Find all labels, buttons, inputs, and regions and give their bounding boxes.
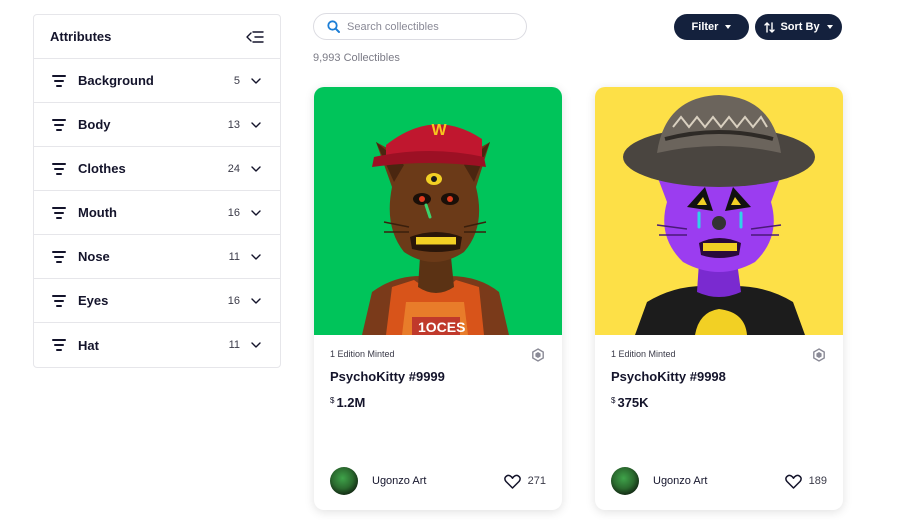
creator-name[interactable]: Ugonzo Art [653,475,785,487]
attribute-label: Clothes [78,161,126,176]
attribute-count: 16 [227,294,240,307]
caret-down-icon [725,25,732,29]
like-count: 271 [527,475,546,487]
nft-name: PsychoKitty #9998 [611,369,726,384]
attribute-label: Body [78,117,111,132]
card-footer: Ugonzo Art 271 [330,467,546,495]
creator-avatar[interactable] [611,467,639,495]
attributes-sidebar: Attributes Background 5 Body 13 Clothes … [33,14,281,368]
attribute-label: Eyes [78,293,109,308]
chevron-down-icon [251,297,261,304]
attribute-row-hat[interactable]: Hat 11 [34,323,280,367]
chevron-down-icon [251,209,261,216]
sidebar-header: Attributes [34,15,280,59]
filter-lines-icon [52,206,66,219]
card-body: 1 Edition Minted PsychoKitty #9998 $ 375… [595,335,843,510]
filter-lines-icon [52,294,66,307]
edition-label: 1 Edition Minted [611,349,676,359]
collapse-sidebar-icon[interactable] [246,30,264,44]
edition-label: 1 Edition Minted [330,349,395,359]
chevron-down-icon [251,253,261,260]
attribute-label: Background [78,73,154,88]
attribute-count: 11 [228,250,240,263]
search-icon [327,20,340,33]
search-input[interactable] [347,20,517,33]
filter-lines-icon [52,339,66,351]
sort-button-label: Sort By [780,21,820,33]
nft-card[interactable]: 1OCES W 1 Edition Minted PsychoKitty #99… [314,87,562,510]
filter-button-label: Filter [691,21,719,33]
filter-lines-icon [52,162,66,175]
hexagon-chain-icon [532,348,544,362]
svg-text:1OCES: 1OCES [418,319,465,335]
price-value: 375K [617,395,649,410]
card-footer: Ugonzo Art 189 [611,467,827,495]
attribute-row-nose[interactable]: Nose 11 [34,235,280,279]
sidebar-title: Attributes [50,29,112,44]
attribute-count: 16 [227,206,240,219]
attribute-label: Mouth [78,205,117,220]
attribute-row-clothes[interactable]: Clothes 24 [34,147,280,191]
attribute-row-mouth[interactable]: Mouth 16 [34,191,280,235]
hexagon-chain-icon [813,348,825,362]
attribute-label: Nose [78,249,110,264]
chevron-down-icon [251,121,261,128]
filter-lines-icon [52,250,66,263]
card-body: 1 Edition Minted PsychoKitty #9999 $ 1.2… [314,335,562,510]
attribute-row-body[interactable]: Body 13 [34,103,280,147]
attribute-label: Hat [78,337,99,353]
filter-lines-icon [52,118,66,131]
search-box[interactable] [313,13,527,40]
attribute-row-background[interactable]: Background 5 [34,59,280,103]
nft-artwork [595,87,843,335]
price-currency: $ [611,396,616,405]
attribute-row-eyes[interactable]: Eyes 16 [34,279,280,323]
nft-artwork: 1OCES W [314,87,562,335]
heart-icon[interactable] [784,474,802,489]
price-currency: $ [330,396,335,405]
attribute-count: 24 [227,162,240,175]
attribute-count: 5 [233,74,240,87]
chevron-down-icon [251,165,261,172]
nft-name: PsychoKitty #9999 [330,369,445,384]
price-value: 1.2M [336,395,366,410]
filter-button[interactable]: Filter [674,14,749,40]
svg-text:W: W [431,122,447,139]
attribute-count: 13 [227,118,240,131]
nft-price: $ 1.2M [330,395,546,410]
heart-icon[interactable] [503,474,521,489]
chevron-down-icon [251,77,261,84]
chevron-down-icon [251,342,261,348]
caret-down-icon [826,25,833,29]
sort-arrows-icon [764,21,776,33]
nft-price: $ 375K [611,395,827,410]
attribute-count: 11 [228,339,240,351]
filter-lines-icon [52,74,66,87]
nft-card[interactable]: 1 Edition Minted PsychoKitty #9998 $ 375… [595,87,843,510]
sort-button[interactable]: Sort By [755,14,842,40]
creator-avatar[interactable] [330,467,358,495]
collectibles-count: 9,993 Collectibles [313,52,400,64]
creator-name[interactable]: Ugonzo Art [372,475,504,487]
like-count: 189 [808,475,827,487]
